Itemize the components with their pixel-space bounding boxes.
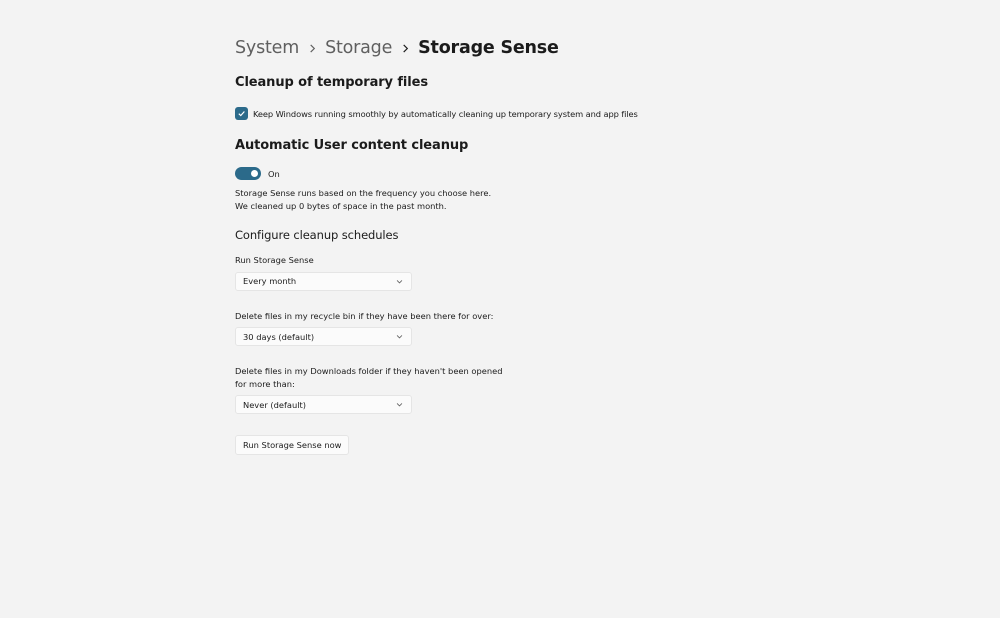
run-storage-sense-value: Every month	[243, 276, 297, 286]
checkmark-icon	[238, 111, 245, 117]
downloads-folder-dropdown[interactable]: Never (default)	[235, 395, 412, 414]
chevron-right-icon	[299, 43, 325, 53]
downloads-folder-value: Never (default)	[243, 399, 307, 410]
toggle-knob	[251, 170, 258, 177]
user-content-toggle-row: On	[235, 167, 795, 180]
run-storage-sense-now-button[interactable]: Run Storage Sense now	[235, 435, 350, 455]
user-content-description: Storage Sense runs based on the frequenc…	[235, 188, 492, 211]
temp-files-checkbox-label: Keep Windows running smoothly by automat…	[253, 108, 638, 119]
user-content-toggle[interactable]	[235, 167, 261, 180]
breadcrumb-system[interactable]: System	[235, 38, 299, 58]
recycle-bin-dropdown[interactable]: 30 days (default)	[235, 327, 412, 346]
run-storage-sense-dropdown[interactable]: Every month	[235, 271, 412, 291]
breadcrumb: System Storage Storage Sense	[235, 37, 795, 59]
chevron-down-icon	[396, 403, 403, 407]
storage-sense-content: System Storage Storage Sense Cleanup of …	[235, 37, 795, 455]
recycle-bin-value: 30 days (default)	[243, 331, 315, 342]
toggle-state-label: On	[268, 168, 280, 179]
user-content-section-title: Automatic User content cleanup	[235, 138, 469, 153]
chevron-down-icon	[396, 279, 403, 283]
recycle-bin-label: Delete files in my recycle bin if they h…	[235, 310, 494, 321]
settings-page: System Storage Storage Sense Cleanup of …	[0, 0, 1000, 618]
chevron-down-icon	[396, 335, 403, 339]
temp-files-checkbox[interactable]	[235, 107, 248, 120]
run-storage-sense-label: Run Storage Sense	[235, 255, 314, 265]
downloads-folder-label: Delete files in my Downloads folder if t…	[235, 366, 503, 389]
temp-files-checkbox-row[interactable]: Keep Windows running smoothly by automat…	[235, 107, 795, 120]
schedules-heading: Configure cleanup schedules	[235, 228, 399, 242]
page-title: Storage Sense	[418, 38, 559, 58]
breadcrumb-storage[interactable]: Storage	[325, 38, 392, 58]
temp-files-section-title: Cleanup of temporary files	[235, 75, 428, 90]
chevron-right-icon	[392, 43, 418, 53]
